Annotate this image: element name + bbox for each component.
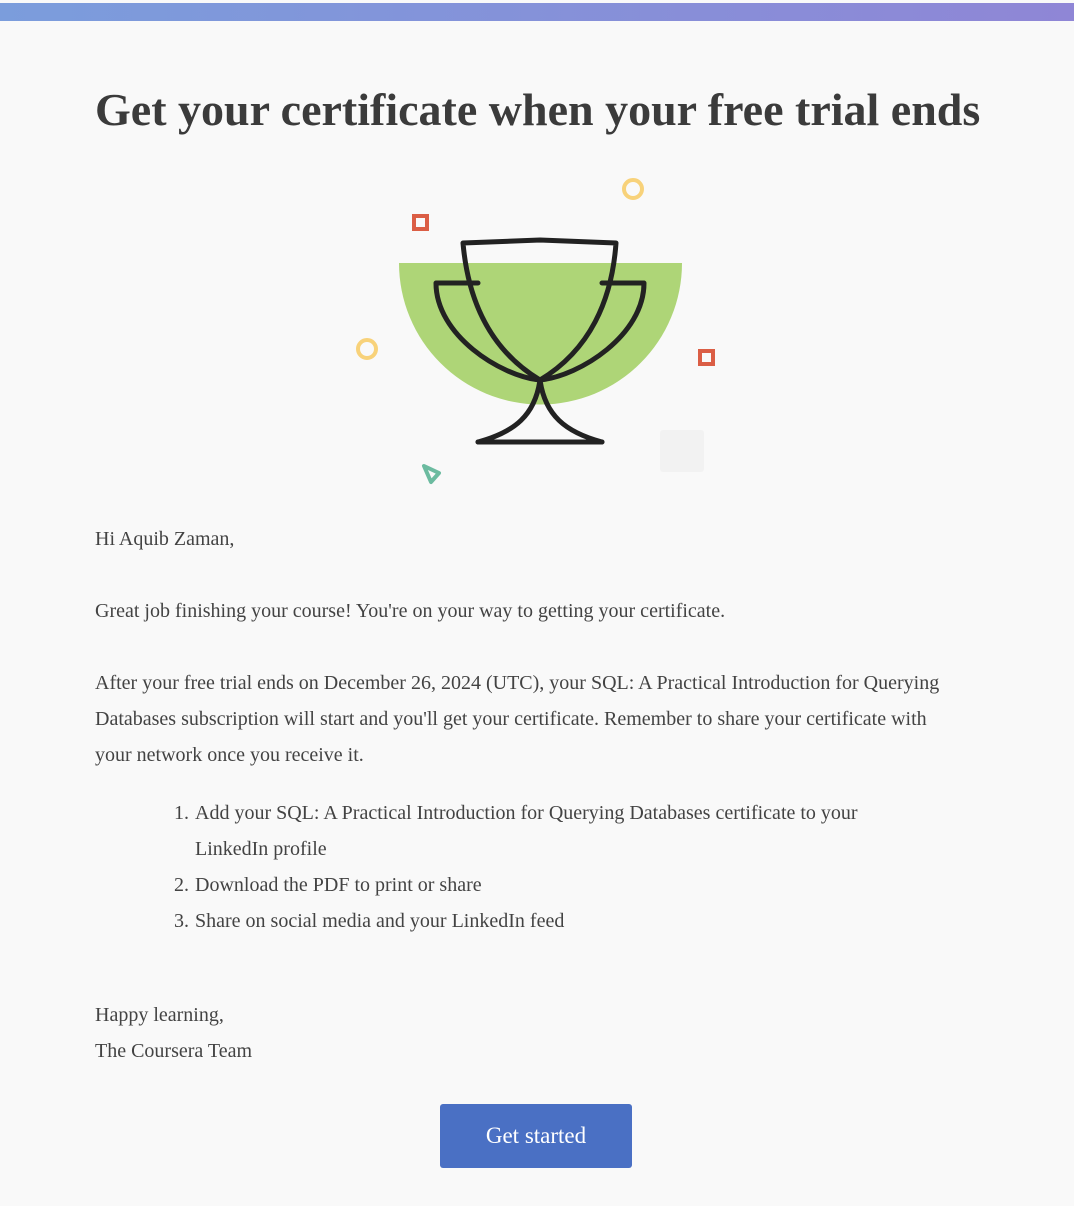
decor-triangle-icon xyxy=(422,464,441,484)
details-text: After your free trial ends on December 2… xyxy=(95,672,940,766)
email-title: Get your certificate when your free tria… xyxy=(95,84,981,135)
trophy-illustration xyxy=(356,178,715,484)
list-item: Download the PDF to print or share xyxy=(194,867,914,903)
decor-circle-icon xyxy=(622,178,644,200)
top-accent-bar xyxy=(0,3,1074,21)
list-item: Add your SQL: A Practical Introduction f… xyxy=(194,795,914,867)
signoff-text: Happy learning, xyxy=(95,1004,224,1026)
steps-list: Add your SQL: A Practical Introduction f… xyxy=(95,795,914,939)
decor-faint-square xyxy=(660,430,704,472)
signature-text: The Coursera Team xyxy=(95,1040,253,1062)
email-content: Hi Aquib Zaman, Great job finishing your… xyxy=(95,521,965,1069)
decor-square-icon xyxy=(698,349,715,366)
get-started-button[interactable]: Get started xyxy=(440,1104,632,1168)
list-item: Share on social media and your LinkedIn … xyxy=(194,903,914,939)
decor-square-icon xyxy=(412,214,429,231)
decor-circle-icon xyxy=(356,338,378,360)
intro-text: Great job finishing your course! You're … xyxy=(95,600,726,622)
email-body: Get your certificate when your free tria… xyxy=(0,0,1074,1206)
greeting-text: Hi Aquib Zaman, xyxy=(95,528,235,550)
